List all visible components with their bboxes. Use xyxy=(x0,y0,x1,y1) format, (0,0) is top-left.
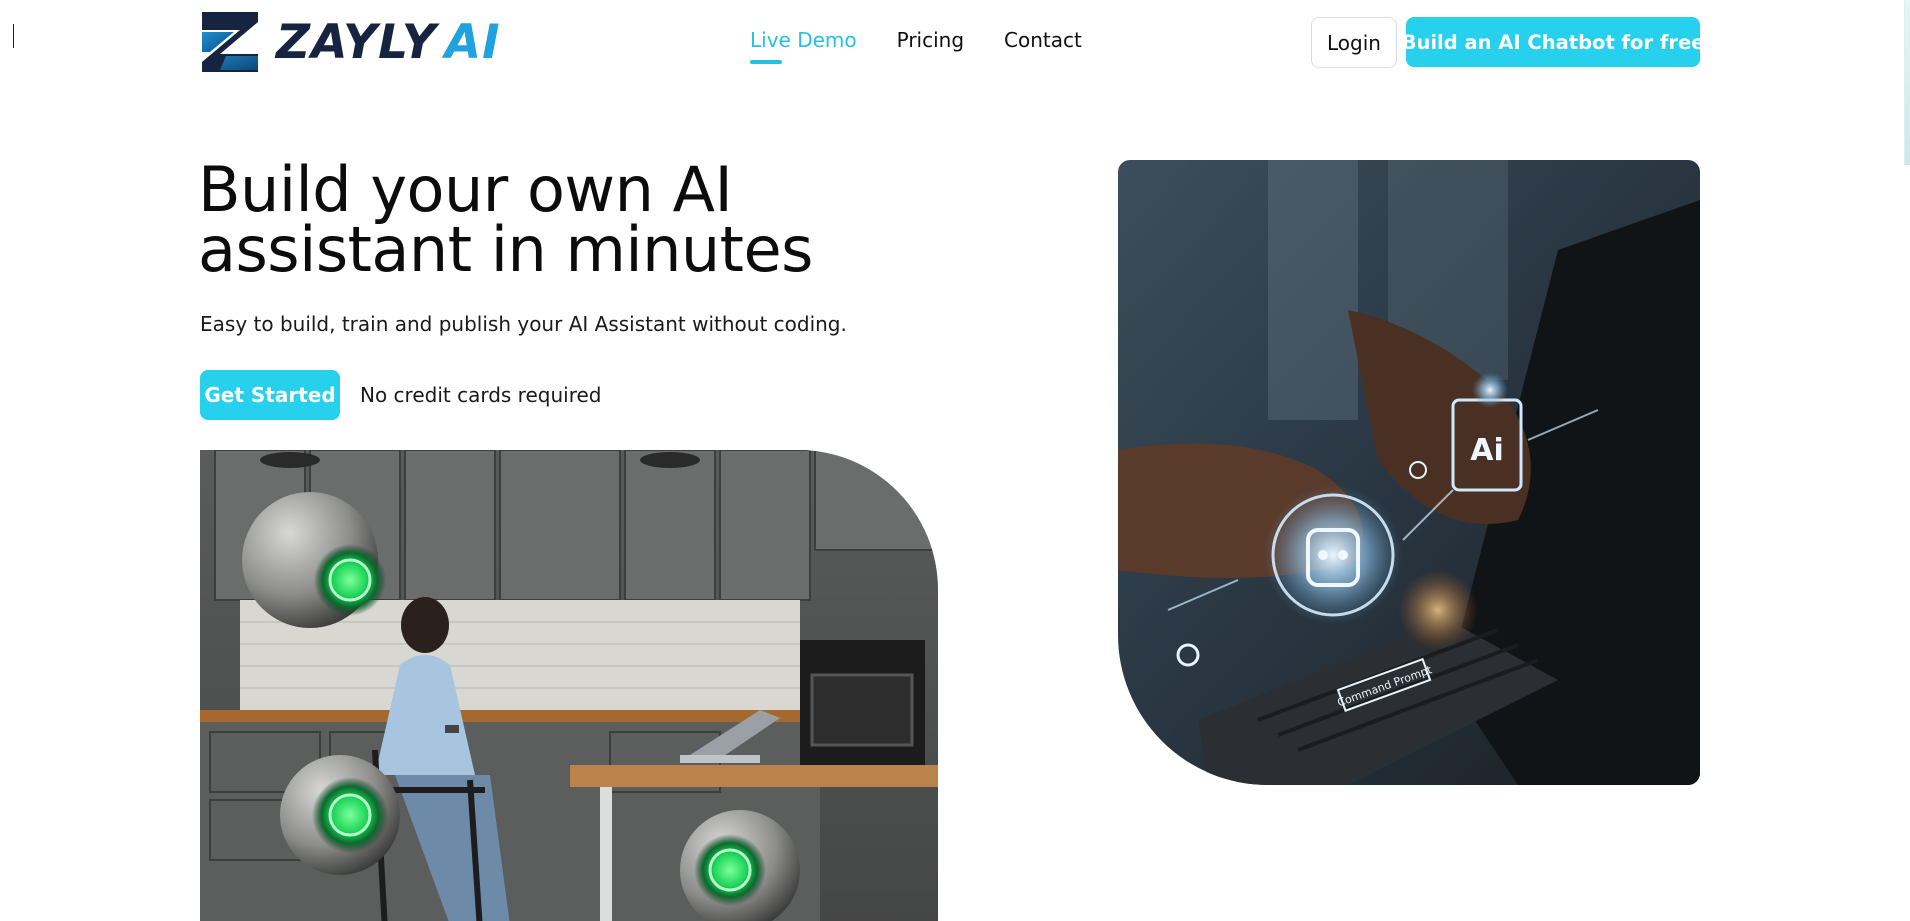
page: ZAYLY AI Live Demo Pricing Contact Login … xyxy=(0,0,1910,921)
login-button[interactable]: Login xyxy=(1311,17,1397,68)
no-credit-card-note: No credit cards required xyxy=(360,383,602,407)
laptop-ai-hologram-image: Ai Command Prompt xyxy=(1118,160,1700,785)
main-nav: Live Demo Pricing Contact xyxy=(750,0,1082,84)
logo-suffix: AI xyxy=(444,14,501,70)
kitchen-illustration xyxy=(200,450,938,921)
logo-name: ZAYLY xyxy=(276,14,437,70)
laptop-illustration: Ai Command Prompt xyxy=(1118,160,1700,785)
zayly-logo-icon xyxy=(202,12,258,72)
hero-title-line-2: assistant in minutes xyxy=(198,213,813,286)
hero-title: Build your own AI assistant in minutes xyxy=(198,159,958,281)
site-header: ZAYLY AI Live Demo Pricing Contact Login … xyxy=(0,0,1910,84)
nav-pricing[interactable]: Pricing xyxy=(897,28,964,56)
kitchen-robots-image xyxy=(200,450,938,921)
build-chatbot-button[interactable]: Build an AI Chatbot for free xyxy=(1402,17,1704,67)
hologram-ai-label: Ai xyxy=(1470,433,1504,468)
logo-text: ZAYLY AI xyxy=(276,19,501,66)
hero-subtitle: Easy to build, train and publish your AI… xyxy=(200,312,847,336)
get-started-button[interactable]: Get Started xyxy=(200,370,340,420)
nav-live-demo[interactable]: Live Demo xyxy=(750,28,857,64)
nav-contact[interactable]: Contact xyxy=(1004,28,1082,56)
logo[interactable]: ZAYLY AI xyxy=(200,9,501,75)
